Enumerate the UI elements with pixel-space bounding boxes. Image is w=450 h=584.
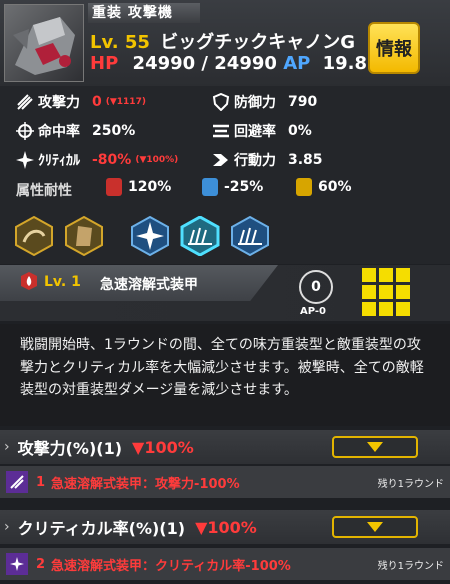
stat-evasion-label: 回避率 [234,124,276,140]
shield-icon [212,93,230,111]
skill-icon-3[interactable] [130,215,170,257]
resist-ice-value: -25% [224,179,264,195]
remaining-rounds: 残り1ラウンド [377,478,444,490]
level-value: 55 [124,32,150,53]
skill-icon-2[interactable] [64,215,104,257]
resist-fire: 120% [106,178,171,196]
ap-label: AP [283,53,311,74]
mobility-icon [212,151,230,169]
stat-crit: ｸﾘﾃｨｶﾙ -80% (▼100%) [16,150,178,170]
skill-icon-5[interactable] [230,215,270,257]
resist-ice: -25% [202,178,263,196]
skill-level: Lv. 1 [44,274,81,290]
effect-row-attack: › 攻撃力(%)(1) ▼100% [0,430,450,464]
resist-fire-value: 120% [128,179,172,195]
stat-accuracy: 命中率 250% [16,121,135,141]
skill-name: 急速溶解式装甲 [100,277,198,293]
info-button[interactable]: 情報 [368,22,420,74]
skill-icon-4[interactable] [180,215,220,257]
fire-icon [106,178,122,196]
skill-icon-1[interactable] [14,215,54,257]
remaining-rounds: 残り1ラウンド [377,560,444,572]
stat-evasion-value: 0% [288,123,312,139]
effect-name: 攻撃力(%)(1) [17,439,123,458]
effect-detail-index: 1 [36,474,46,490]
resist-electric-value: 60% [318,179,352,195]
stat-crit-value: -80% [92,152,132,168]
stat-attack: 攻撃力 0 (▼1117) [16,92,146,112]
star-burst-icon [16,151,34,169]
stat-defense: 防御力 790 [212,92,317,112]
attack-icon [16,93,34,111]
stat-attack-mod: (▼1117) [105,97,146,107]
stat-evasion: 回避率 0% [212,121,312,141]
effect-detail-text: 急速溶解式装甲：クリティカル率-100% [51,558,291,574]
level-prefix: Lv. [90,32,119,53]
effect-row-crit: › クリティカル率(%)(1) ▼100% [0,510,450,544]
ice-icon [202,178,218,196]
effect-detail-index: 2 [36,556,46,572]
star-debuff-icon [6,553,28,575]
effect-detail-row: 1 急速溶解式装甲：攻撃力-100% 残り1ラウンド [0,466,450,498]
effect-detail-row: 2 急速溶解式装甲：クリティカル率-100% 残り1ラウンド [0,548,450,580]
stat-crit-label: ｸﾘﾃｨｶﾙ [38,153,80,169]
stat-defense-value: 790 [288,94,318,110]
skill-description: 戦闘開始時、1ラウンドの間、全ての味方重装型と敵重装型の攻撃力とクリティカル率を… [0,324,450,426]
crosshair-icon [16,122,34,140]
chevron-down-icon [367,442,383,452]
effect-detail-text: 急速溶解式装甲：攻撃力-100% [51,476,240,492]
stat-attack-value: 0 [92,94,102,110]
stat-mobility-label: 行動力 [234,153,276,169]
expand-toggle-button[interactable] [332,516,418,538]
stat-mobility: 行動力 3.85 [212,150,323,170]
evasion-icon [212,122,230,140]
target-area-grid [362,268,410,316]
lightning-icon [296,178,312,196]
chevron-right-icon: › [4,439,10,455]
effect-value: ▼100% [195,517,257,537]
expand-toggle-button[interactable] [332,436,418,458]
debuff-icon [6,471,28,493]
unit-type-label: 重装 攻撃機 [88,3,200,23]
stat-mobility-value: 3.85 [288,152,323,168]
stat-accuracy-label: 命中率 [38,124,80,140]
stat-accuracy-value: 250% [92,123,136,139]
effect-name: クリティカル率(%)(1) [17,519,186,538]
unit-hp-row: HP 24990 / 24990 AP 19.85 [90,53,380,74]
unit-level-row: Lv. 55 ビッグチックキャノンG [90,28,355,54]
hp-value: 24990 / 24990 [132,53,277,74]
ap-cost-badge: 0 [299,270,333,304]
ap-cost-label: AP-0 [300,306,327,317]
stat-attack-label: 攻撃力 [38,95,80,111]
effect-value: ▼100% [132,437,194,457]
unit-name: ビッグチックキャノンG [160,32,355,53]
stat-defense-label: 防御力 [234,95,276,111]
unit-portrait[interactable] [4,4,84,82]
chevron-down-icon [367,522,383,532]
stat-crit-mod: (▼100%) [135,155,179,165]
resist-label: 属性耐性 [16,183,72,199]
hp-label: HP [90,53,119,74]
chevron-right-icon: › [4,519,10,535]
fire-skill-icon [20,272,38,290]
resist-electric: 60% [296,178,352,196]
